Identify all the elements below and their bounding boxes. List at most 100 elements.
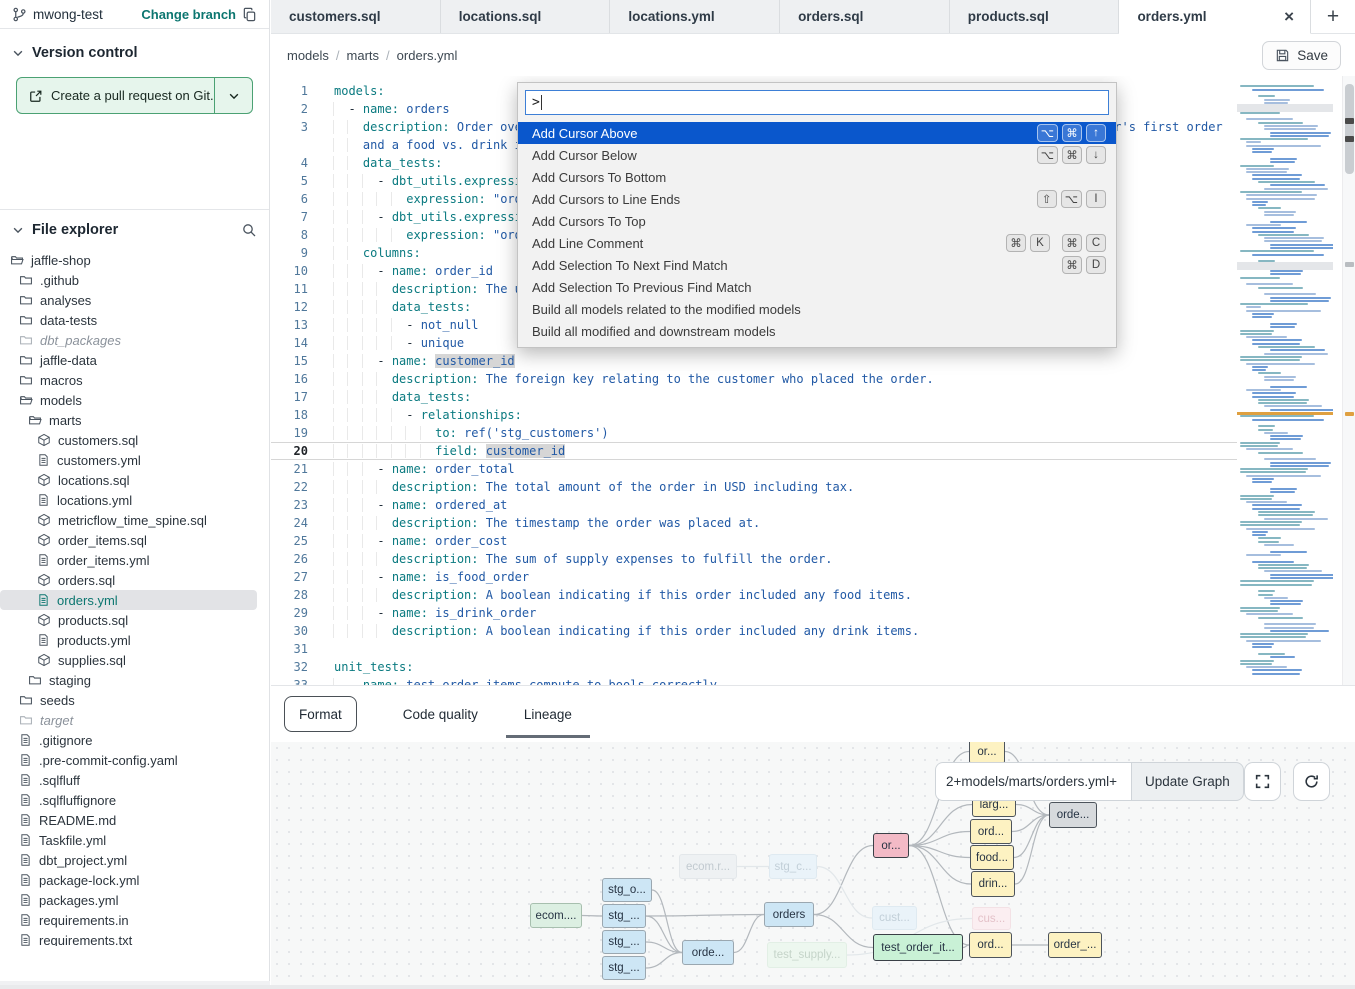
tab-products-sql[interactable]: products.sql xyxy=(950,0,1120,33)
scrollbar-thumb[interactable] xyxy=(1345,84,1354,174)
lineage-node-custf[interactable]: cust... xyxy=(872,906,917,930)
file-tree-item[interactable]: target xyxy=(0,710,257,730)
version-control-header[interactable]: Version control xyxy=(0,29,269,71)
lineage-panel[interactable]: ecom....stg_o...stg_...stg_...stg_...ord… xyxy=(271,742,1355,985)
model-selector-input[interactable] xyxy=(935,762,1131,801)
palette-item[interactable]: Add Selection To Next Find Match⌘D xyxy=(518,254,1116,276)
file-tree-item[interactable]: orders.sql xyxy=(0,570,257,590)
breadcrumb-part[interactable]: marts xyxy=(347,48,380,63)
file-tree-item[interactable]: products.sql xyxy=(0,610,257,630)
file-tree-item[interactable]: README.md xyxy=(0,810,257,830)
file-tree-item[interactable]: products.yml xyxy=(0,630,257,650)
command-palette-input[interactable]: > xyxy=(525,90,1109,115)
breadcrumb-part[interactable]: orders.yml xyxy=(397,48,458,63)
palette-item[interactable]: Add Selection To Previous Find Match xyxy=(518,276,1116,298)
tab-customers-sql[interactable]: customers.sql xyxy=(271,0,441,33)
lineage-node-orders[interactable]: orders xyxy=(764,902,814,927)
file-tree-item[interactable]: .sqlfluff xyxy=(0,770,257,790)
lineage-node-testord[interactable]: test_order_it... xyxy=(873,934,963,961)
lineage-node-stg_o[interactable]: stg_o... xyxy=(602,878,652,902)
create-pr-button[interactable]: Create a pull request on Git... xyxy=(17,78,214,113)
file-tree-item[interactable]: .github xyxy=(0,270,257,290)
file-tree-item[interactable]: dbt_packages xyxy=(0,330,257,350)
editor-scrollbar[interactable] xyxy=(1342,76,1355,685)
code-line[interactable]: 19 to: ref('stg_customers') xyxy=(271,424,1237,442)
lineage-node-oryel[interactable]: or... xyxy=(969,742,1005,764)
lineage-node-ordegr[interactable]: orde... xyxy=(1049,802,1097,828)
code-line[interactable]: 23 - name: ordered_at xyxy=(271,496,1237,514)
palette-item[interactable]: Add Cursor Above⌥⌘↑ xyxy=(518,122,1116,144)
code-line[interactable]: 22 description: The total amount of the … xyxy=(271,478,1237,496)
file-tree-item[interactable]: order_items.yml xyxy=(0,550,257,570)
panel-tab-code-quality[interactable]: Code quality xyxy=(403,686,478,742)
file-tree-item[interactable]: .sqlfluffignore xyxy=(0,790,257,810)
lineage-node-cusf[interactable]: cus... xyxy=(972,907,1011,930)
file-tree-item[interactable]: metricflow_time_spine.sql xyxy=(0,510,257,530)
file-tree-item[interactable]: macros xyxy=(0,370,257,390)
search-icon[interactable] xyxy=(241,222,257,238)
file-tree-item[interactable]: orders.yml xyxy=(0,590,257,610)
file-tree-item[interactable]: models xyxy=(0,390,257,410)
code-line[interactable]: 33 - name: test_order_items_compute_to_b… xyxy=(271,676,1237,685)
refresh-button[interactable] xyxy=(1293,762,1330,801)
breadcrumb-part[interactable]: models xyxy=(287,48,329,63)
file-tree-item[interactable]: jaffle-shop xyxy=(0,250,257,270)
file-tree-item[interactable]: seeds xyxy=(0,690,257,710)
code-line[interactable]: 17 data_tests: xyxy=(271,388,1237,406)
code-line[interactable]: 20 field: customer_id xyxy=(271,442,1237,460)
lineage-node-ecomr[interactable]: ecom.r... xyxy=(679,854,737,879)
code-line[interactable]: 25 - name: order_cost xyxy=(271,532,1237,550)
code-editor[interactable]: 1models:2 - name: orders3 description: O… xyxy=(271,76,1355,685)
lineage-node-orpink[interactable]: or... xyxy=(873,833,909,858)
code-line[interactable]: 29 - name: is_drink_order xyxy=(271,604,1237,622)
lineage-node-orde1[interactable]: orde... xyxy=(682,940,734,965)
tab-locations-sql[interactable]: locations.sql xyxy=(441,0,611,33)
lineage-node-food[interactable]: food... xyxy=(970,845,1014,870)
editor-minimap[interactable] xyxy=(1237,82,1333,682)
file-tree-item[interactable]: data-tests xyxy=(0,310,257,330)
file-tree-item[interactable]: locations.sql xyxy=(0,470,257,490)
file-tree-item[interactable]: dbt_project.yml xyxy=(0,850,257,870)
lineage-node-stg_c2[interactable]: stg_... xyxy=(602,956,646,980)
code-line[interactable]: 32unit_tests: xyxy=(271,658,1237,676)
palette-item[interactable]: Add Cursors To Top xyxy=(518,210,1116,232)
file-tree-item[interactable]: order_items.sql xyxy=(0,530,257,550)
file-tree-item[interactable]: analyses xyxy=(0,290,257,310)
new-tab-button[interactable]: + xyxy=(1311,0,1355,33)
tab-locations-yml[interactable]: locations.yml xyxy=(610,0,780,33)
file-tree-item[interactable]: marts xyxy=(0,410,257,430)
code-line[interactable]: 21 - name: order_total xyxy=(271,460,1237,478)
palette-item[interactable]: Build all modified and downstream models xyxy=(518,320,1116,342)
tab-orders-sql[interactable]: orders.sql xyxy=(780,0,950,33)
file-tree-item[interactable]: packages.yml xyxy=(0,890,257,910)
file-tree-item[interactable]: requirements.txt xyxy=(0,930,257,946)
palette-item[interactable]: Add Cursor Below⌥⌘↓ xyxy=(518,144,1116,166)
file-tree-item[interactable]: jaffle-data xyxy=(0,350,257,370)
lineage-node-stgc[interactable]: stg_c... xyxy=(769,854,817,879)
code-line[interactable]: 27 - name: is_food_order xyxy=(271,568,1237,586)
file-tree-item[interactable]: .pre-commit-config.yaml xyxy=(0,750,257,770)
palette-item[interactable]: Add Cursors To Bottom xyxy=(518,166,1116,188)
format-button[interactable]: Format xyxy=(284,696,357,732)
code-line[interactable]: 30 description: A boolean indicating if … xyxy=(271,622,1237,640)
file-tree-item[interactable]: requirements.in xyxy=(0,910,257,930)
lineage-node-ordy1[interactable]: ord... xyxy=(970,819,1012,844)
code-line[interactable]: 31 xyxy=(271,640,1237,658)
code-line[interactable]: 24 description: The timestamp the order … xyxy=(271,514,1237,532)
file-tree-item[interactable]: locations.yml xyxy=(0,490,257,510)
file-tree-item[interactable]: .gitignore xyxy=(0,730,257,750)
code-line[interactable]: 18 - relationships: xyxy=(271,406,1237,424)
file-tree-item[interactable]: customers.sql xyxy=(0,430,257,450)
tab-close-icon[interactable]: × xyxy=(1282,8,1296,25)
lineage-node-ordertar[interactable]: order_... xyxy=(1048,932,1102,958)
code-line[interactable]: 26 description: The sum of supply expens… xyxy=(271,550,1237,568)
file-tree-item[interactable]: package-lock.yml xyxy=(0,870,257,890)
lineage-node-testsup[interactable]: test_supply... xyxy=(767,942,847,968)
code-line[interactable]: 16 description: The foreign key relating… xyxy=(271,370,1237,388)
file-tree-item[interactable]: customers.yml xyxy=(0,450,257,470)
save-button[interactable]: Save xyxy=(1262,41,1341,70)
panel-tab-lineage[interactable]: Lineage xyxy=(524,686,572,742)
file-tree-item[interactable]: supplies.sql xyxy=(0,650,257,670)
palette-item[interactable]: Build all models related to the modified… xyxy=(518,298,1116,320)
code-line[interactable]: 15 - name: customer_id xyxy=(271,352,1237,370)
